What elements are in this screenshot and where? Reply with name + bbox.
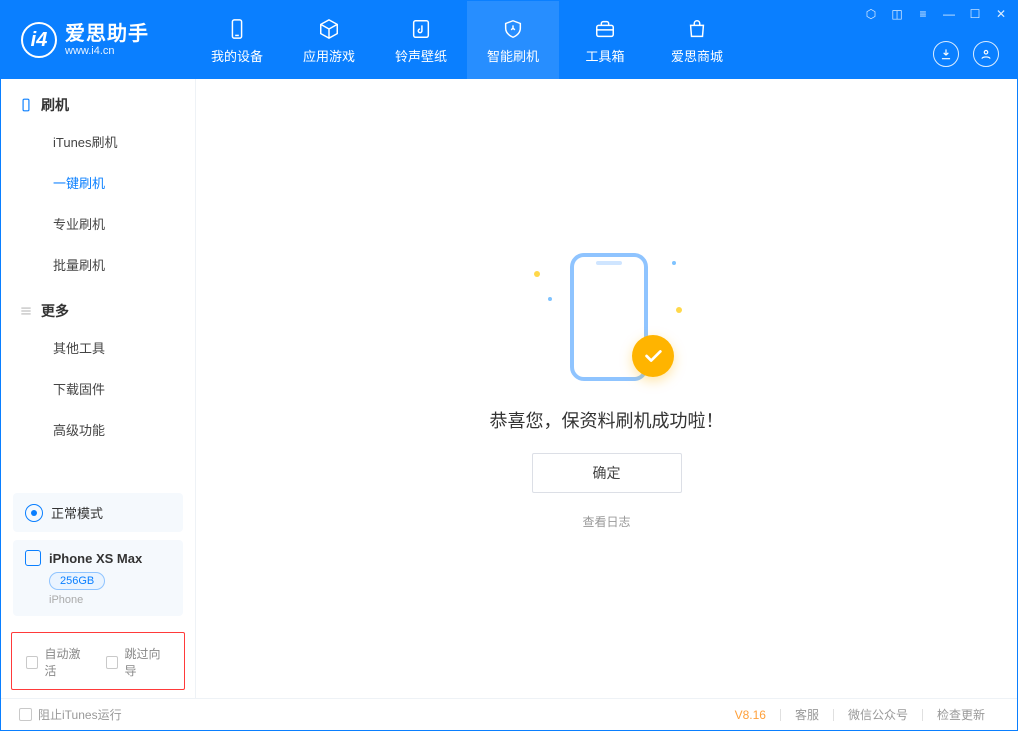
download-icon[interactable] bbox=[933, 41, 959, 67]
logo-text: 爱思助手 www.i4.cn bbox=[65, 23, 149, 57]
checkbox-block-itunes[interactable]: 阻止iTunes运行 bbox=[19, 706, 122, 723]
body: 刷机 iTunes刷机 一键刷机 专业刷机 批量刷机 更多 其他工具 下载固件 … bbox=[1, 79, 1017, 698]
footer-link-wechat[interactable]: 微信公众号 bbox=[834, 706, 922, 723]
nav-label: 智能刷机 bbox=[487, 46, 539, 65]
checkbox-label: 阻止iTunes运行 bbox=[38, 706, 122, 723]
nav-store[interactable]: 爱思商城 bbox=[651, 1, 743, 79]
device-type: iPhone bbox=[49, 594, 171, 606]
nav-smart-flash[interactable]: 智能刷机 bbox=[467, 1, 559, 79]
sparkle-icon bbox=[672, 261, 676, 265]
footer-right: V8.16 客服 微信公众号 检查更新 bbox=[721, 706, 999, 723]
device-icon bbox=[224, 16, 250, 42]
status-bar: 阻止iTunes运行 V8.16 客服 微信公众号 检查更新 bbox=[1, 698, 1017, 730]
sidebar: 刷机 iTunes刷机 一键刷机 专业刷机 批量刷机 更多 其他工具 下载固件 … bbox=[1, 79, 196, 698]
sidebar-item-other-tools[interactable]: 其他工具 bbox=[1, 327, 195, 368]
bag-icon bbox=[684, 16, 710, 42]
device-name: iPhone XS Max bbox=[49, 551, 142, 566]
success-badge-icon bbox=[632, 335, 674, 377]
app-name-en: www.i4.cn bbox=[65, 45, 149, 57]
nav-ringtone-wallpaper[interactable]: 铃声壁纸 bbox=[375, 1, 467, 79]
nav-toolbox[interactable]: 工具箱 bbox=[559, 1, 651, 79]
sparkle-icon bbox=[548, 297, 552, 301]
nav-label: 我的设备 bbox=[211, 46, 263, 65]
section-title: 更多 bbox=[41, 301, 69, 321]
checkbox-label: 自动激活 bbox=[44, 645, 90, 679]
success-illustration bbox=[532, 247, 682, 387]
footer-link-check-update[interactable]: 检查更新 bbox=[923, 706, 999, 723]
titlebar: i4 爱思助手 www.i4.cn 我的设备 应用游戏 bbox=[1, 1, 1017, 79]
user-icon[interactable] bbox=[973, 41, 999, 67]
sidebar-item-pro-flash[interactable]: 专业刷机 bbox=[1, 203, 195, 244]
checkbox-label: 跳过向导 bbox=[124, 645, 170, 679]
close-button[interactable]: ✕ bbox=[993, 7, 1009, 21]
music-icon bbox=[408, 16, 434, 42]
app-window: i4 爱思助手 www.i4.cn 我的设备 应用游戏 bbox=[0, 0, 1018, 731]
logo-icon: i4 bbox=[21, 22, 57, 58]
footer-left: 阻止iTunes运行 bbox=[19, 706, 122, 723]
nav-apps-games[interactable]: 应用游戏 bbox=[283, 1, 375, 79]
sidebar-section-more: 更多 bbox=[1, 285, 195, 327]
nav-label: 应用游戏 bbox=[303, 46, 355, 65]
checkbox-icon bbox=[19, 708, 32, 721]
version-label: V8.16 bbox=[721, 708, 780, 722]
checkbox-skip-guide[interactable]: 跳过向导 bbox=[106, 645, 170, 679]
sidebar-item-download-firmware[interactable]: 下载固件 bbox=[1, 368, 195, 409]
device-icon bbox=[25, 550, 41, 566]
sidebar-item-advanced[interactable]: 高级功能 bbox=[1, 409, 195, 450]
success-message: 恭喜您，保资料刷机成功啦！ bbox=[490, 407, 724, 433]
mode-indicator-icon bbox=[25, 504, 43, 522]
minimize-button[interactable]: ― bbox=[941, 7, 957, 21]
sidebar-item-batch-flash[interactable]: 批量刷机 bbox=[1, 244, 195, 285]
window-controls: ⬡ ◫ ≡ ― ☐ ✕ bbox=[863, 7, 1009, 21]
nav-label: 铃声壁纸 bbox=[395, 46, 447, 65]
sidebar-section-flash: 刷机 bbox=[1, 79, 195, 121]
device-capacity-badge: 256GB bbox=[49, 572, 105, 590]
mode-label: 正常模式 bbox=[51, 503, 103, 522]
flash-options-box: 自动激活 跳过向导 bbox=[11, 632, 185, 690]
nav-label: 爱思商城 bbox=[671, 46, 723, 65]
sidebar-item-one-click-flash[interactable]: 一键刷机 bbox=[1, 162, 195, 203]
cube-icon bbox=[316, 16, 342, 42]
skin-icon[interactable]: ◫ bbox=[889, 7, 905, 21]
nav-tabs: 我的设备 应用游戏 铃声壁纸 智能刷机 bbox=[191, 1, 743, 79]
ok-button[interactable]: 确定 bbox=[532, 453, 682, 493]
checkbox-icon bbox=[26, 656, 38, 669]
logo: i4 爱思助手 www.i4.cn bbox=[21, 22, 191, 58]
account-controls bbox=[933, 41, 999, 67]
phone-icon bbox=[19, 98, 33, 112]
app-name-cn: 爱思助手 bbox=[65, 23, 149, 45]
device-name-row: iPhone XS Max bbox=[25, 550, 171, 566]
main-content: 恭喜您，保资料刷机成功啦！ 确定 查看日志 bbox=[196, 79, 1017, 698]
menu-icon[interactable]: ≡ bbox=[915, 7, 931, 21]
footer-link-support[interactable]: 客服 bbox=[781, 706, 833, 723]
sparkle-icon bbox=[676, 307, 682, 313]
checkbox-auto-activate[interactable]: 自动激活 bbox=[26, 645, 90, 679]
sparkle-icon bbox=[534, 271, 540, 277]
view-log-link[interactable]: 查看日志 bbox=[582, 513, 630, 530]
feedback-icon[interactable]: ⬡ bbox=[863, 7, 879, 21]
checkbox-icon bbox=[106, 656, 118, 669]
maximize-button[interactable]: ☐ bbox=[967, 7, 983, 21]
list-icon bbox=[19, 304, 33, 318]
shield-icon bbox=[500, 16, 526, 42]
toolbox-icon bbox=[592, 16, 618, 42]
nav-label: 工具箱 bbox=[585, 46, 624, 65]
device-mode-card[interactable]: 正常模式 bbox=[13, 493, 183, 532]
nav-my-device[interactable]: 我的设备 bbox=[191, 1, 283, 79]
device-card[interactable]: iPhone XS Max 256GB iPhone bbox=[13, 540, 183, 616]
section-title: 刷机 bbox=[41, 95, 69, 115]
sidebar-item-itunes-flash[interactable]: iTunes刷机 bbox=[1, 121, 195, 162]
